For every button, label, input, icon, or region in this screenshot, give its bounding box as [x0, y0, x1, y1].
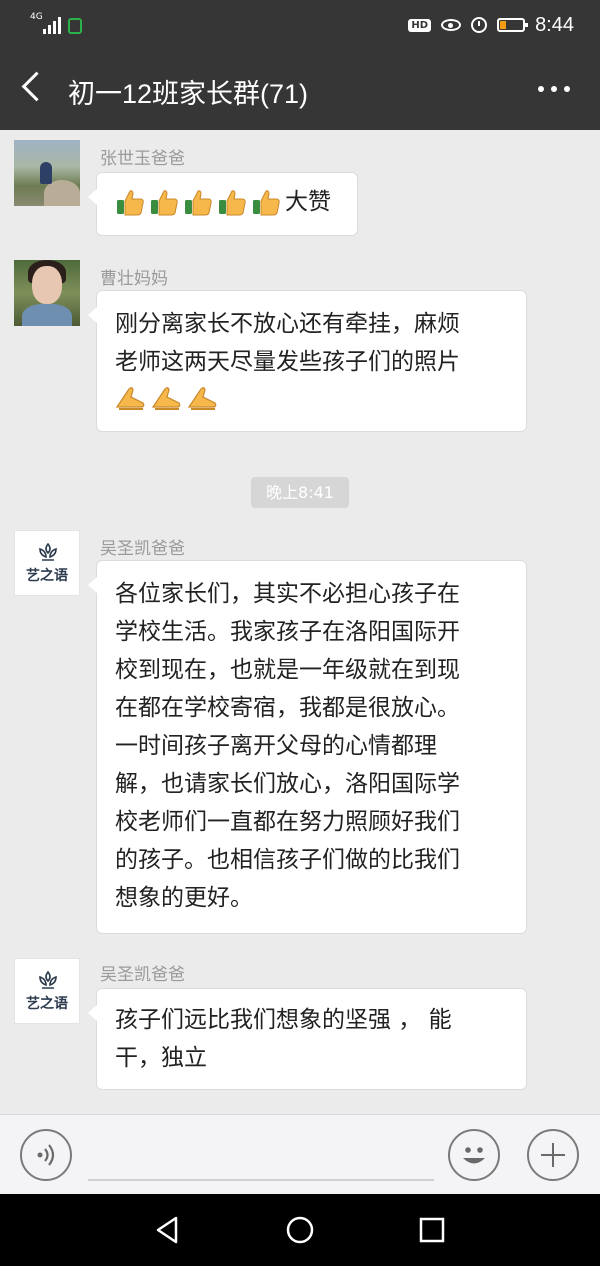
status-bar: 4G HD 8:44 — [0, 0, 600, 50]
emoji-button[interactable] — [448, 1129, 500, 1181]
sender-name: 曹壮妈妈 — [100, 269, 168, 289]
plus-icon[interactable] — [527, 1129, 579, 1181]
thumbs-up-icon — [219, 190, 246, 216]
message-line: 各位家长们，其实不必担心孩子在 — [115, 581, 460, 607]
message-line: 解，也请家长们放心，洛阳国际学 — [115, 771, 460, 797]
hd-badge: HD — [408, 18, 432, 32]
voice-button[interactable] — [20, 1129, 72, 1181]
system-nav-bar — [0, 1194, 600, 1266]
message-line: 老师这两天尽量发些孩子们的照片 — [115, 349, 460, 375]
logo-icon — [39, 543, 57, 561]
smiley-icon — [463, 1147, 485, 1164]
thumbs-up-icon — [253, 190, 280, 216]
alarm-icon — [471, 17, 488, 33]
network-type: 4G — [30, 12, 43, 22]
message-line: 想象的更好。 — [115, 885, 253, 911]
message-line: 校老师们一直都在努力照顾好我们 — [115, 809, 460, 835]
message-bubble[interactable]: 大赞 — [88, 172, 358, 236]
message-line: 学校生活。我家孩子在洛阳国际开 — [115, 619, 460, 645]
message-line: 孩子们远比我们想象的坚强 ， 能 — [115, 1007, 452, 1033]
input-underline — [88, 1179, 434, 1181]
timestamp-pill: 晚上8:41 — [251, 477, 349, 508]
avatar-logo-text: 艺之语 — [26, 996, 68, 1012]
message-bubble[interactable]: 孩子们远比我们想象的坚强 ， 能 干，独立 — [88, 988, 527, 1090]
sender-name: 吴圣凯爸爸 — [100, 965, 185, 985]
sender-name: 张世玉爸爸 — [100, 149, 185, 169]
emoji-row — [115, 383, 508, 411]
message-bubble[interactable]: 刚分离家长不放心还有牵挂，麻烦 老师这两天尽量发些孩子们的照片 — [88, 290, 527, 432]
avatar[interactable] — [14, 260, 80, 326]
nav-back-icon[interactable] — [150, 1212, 186, 1248]
pray-hands-icon — [187, 387, 217, 410]
message-line: 刚分离家长不放心还有牵挂，麻烦 — [115, 311, 460, 337]
message-line: 一时间孩子离开父母的心情都理 — [115, 733, 437, 759]
status-right: HD 8:44 — [408, 12, 574, 38]
message-bubble[interactable]: 各位家长们，其实不必担心孩子在 学校生活。我家孩子在洛阳国际开 校到现在，也就是… — [88, 560, 527, 934]
chat-header: 初一12班家长群(71) — [0, 50, 600, 130]
battery-icon — [497, 18, 529, 32]
sender-name: 吴圣凯爸爸 — [100, 539, 185, 559]
lock-icon — [68, 18, 82, 34]
thumbs-up-icon — [151, 190, 178, 216]
message-text: 大赞 — [285, 189, 331, 215]
logo-icon — [39, 971, 57, 989]
pray-hands-icon — [115, 387, 145, 410]
avatar[interactable] — [14, 140, 80, 206]
status-time: 8:44 — [535, 13, 574, 36]
thumbs-up-icon — [117, 190, 144, 216]
chat-title: 初一12班家长群(71) — [68, 79, 309, 109]
back-button[interactable] — [10, 64, 54, 116]
more-dots-icon[interactable] — [538, 86, 570, 92]
message-input[interactable] — [88, 1129, 438, 1179]
avatar[interactable]: 艺之语 — [14, 958, 80, 1024]
nav-home-icon[interactable] — [282, 1212, 318, 1248]
message-line: 校到现在，也就是一年级就在到现 — [115, 657, 460, 683]
eye-icon — [441, 19, 462, 31]
input-bar — [0, 1114, 600, 1195]
message-line: 干，独立 — [115, 1045, 207, 1071]
message-line: 的孩子。也相信孩子们做的比我们 — [115, 847, 460, 873]
bubble-content: 大赞 — [115, 183, 339, 221]
thumbs-up-icon — [185, 190, 212, 216]
pray-hands-icon — [151, 387, 181, 410]
voice-icon — [37, 1144, 55, 1166]
message-line: 在都在学校寄宿，我都是很放心。 — [115, 695, 460, 721]
avatar[interactable]: 艺之语 — [14, 530, 80, 596]
signal-icon — [43, 16, 61, 34]
back-arrow-icon — [21, 71, 52, 102]
avatar-logo-text: 艺之语 — [26, 568, 68, 584]
nav-recents-icon[interactable] — [414, 1212, 450, 1248]
